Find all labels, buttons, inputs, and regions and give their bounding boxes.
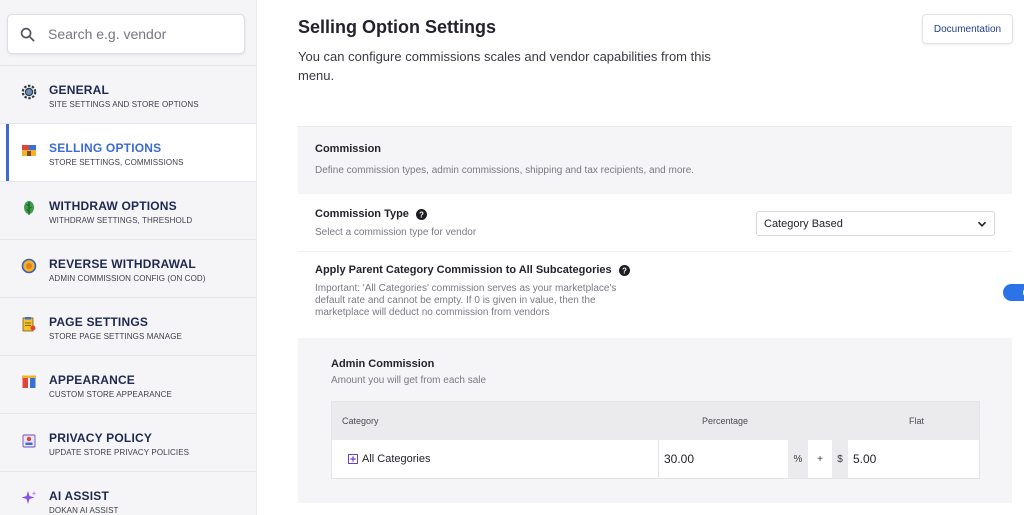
apply-parent-label: Apply Parent Category Commission to All … bbox=[315, 264, 612, 276]
privacy-icon bbox=[21, 432, 37, 448]
commission-type-label-wrap: Commission Type ? bbox=[315, 208, 427, 220]
category-name: All Categories bbox=[362, 453, 431, 465]
apply-parent-row: Apply Parent Category Commission to All … bbox=[298, 253, 1024, 333]
svg-text:?: ? bbox=[419, 210, 424, 219]
sidebar-item-title: SELLING OPTIONS bbox=[49, 141, 162, 155]
sidebar-item-title: PAGE SETTINGS bbox=[49, 315, 149, 329]
table-header: Category Percentage Flat bbox=[332, 402, 979, 440]
admin-commission-description: Amount you will get from each sale bbox=[331, 375, 487, 386]
page-icon bbox=[21, 316, 37, 332]
sidebar-item-privacy-policy[interactable]: PRIVACY POLICY UPDATE STORE PRIVACY POLI… bbox=[0, 413, 256, 471]
sidebar-item-title: AI ASSIST bbox=[49, 489, 110, 503]
sidebar-item-subtitle: SITE SETTINGS AND STORE OPTIONS bbox=[49, 100, 199, 109]
sidebar-item-subtitle: STORE PAGE SETTINGS MANAGE bbox=[49, 332, 182, 341]
help-icon[interactable]: ? bbox=[415, 208, 427, 220]
admin-commission-panel: Admin Commission Amount you will get fro… bbox=[298, 338, 1012, 503]
section-description: Define commission types, admin commissio… bbox=[315, 165, 695, 176]
leaf-icon bbox=[21, 200, 37, 216]
sidebar-item-subtitle: WITHDRAW SETTINGS, THRESHOLD bbox=[49, 216, 193, 225]
apply-parent-label-wrap: Apply Parent Category Commission to All … bbox=[315, 264, 630, 276]
plus-symbol: + bbox=[817, 453, 823, 465]
documentation-button[interactable]: Documentation bbox=[922, 14, 1013, 44]
flat-input[interactable]: 5.00 bbox=[848, 440, 979, 478]
sidebar-item-title: GENERAL bbox=[49, 83, 110, 97]
section-heading: Commission bbox=[315, 143, 382, 155]
commission-type-description: Select a commission type for vendor bbox=[315, 227, 477, 238]
page-description: You can configure commissions scales and… bbox=[298, 49, 711, 83]
sidebar-item-subtitle: ADMIN COMMISSION CONFIG (ON COD) bbox=[49, 274, 206, 283]
currency-symbol: $ bbox=[832, 440, 848, 478]
page-title: Selling Option Settings bbox=[298, 17, 496, 37]
sidebar-item-title: REVERSE WITHDRAWAL bbox=[49, 257, 196, 271]
search-input[interactable] bbox=[48, 26, 228, 42]
sidebar-item-reverse-withdrawal[interactable]: REVERSE WITHDRAWAL ADMIN COMMISSION CONF… bbox=[0, 239, 256, 297]
gear-icon bbox=[21, 84, 37, 100]
sidebar-item-title: APPEARANCE bbox=[49, 373, 136, 387]
commission-type-select[interactable]: Category Based bbox=[756, 211, 995, 236]
commission-type-label: Commission Type bbox=[315, 208, 409, 220]
svg-text:?: ? bbox=[622, 266, 627, 275]
sidebar-item-selling-options[interactable]: SELLING OPTIONS STORE SETTINGS, COMMISSI… bbox=[0, 123, 256, 181]
sidebar-item-withdraw-options[interactable]: WITHDRAW OPTIONS WITHDRAW SETTINGS, THRE… bbox=[0, 181, 256, 239]
sidebar-item-page-settings[interactable]: PAGE SETTINGS STORE PAGE SETTINGS MANAGE bbox=[0, 297, 256, 355]
percentage-input[interactable]: 30.00 bbox=[658, 440, 788, 478]
sparkle-icon bbox=[21, 490, 37, 506]
sidebar-item-subtitle: CUSTOM STORE APPEARANCE bbox=[49, 390, 172, 399]
coin-icon bbox=[21, 258, 37, 274]
percent-symbol: % bbox=[788, 440, 808, 478]
column-header-category: Category bbox=[342, 416, 379, 426]
sidebar-item-ai-assist[interactable]: AI ASSIST DOKAN AI ASSIST bbox=[0, 471, 256, 515]
sidebar-item-appearance[interactable]: APPEARANCE CUSTOM STORE APPEARANCE bbox=[0, 355, 256, 413]
search-icon bbox=[20, 27, 35, 41]
sidebar-item-subtitle: UPDATE STORE PRIVACY POLICIES bbox=[49, 448, 190, 457]
commission-type-selected: Category Based bbox=[764, 217, 843, 230]
chevron-down-icon bbox=[977, 221, 987, 227]
expand-plus-icon[interactable] bbox=[348, 454, 358, 464]
sidebar-item-subtitle: STORE SETTINGS, COMMISSIONS bbox=[49, 158, 184, 167]
commission-section-header: Commission Define commission types, admi… bbox=[298, 126, 1012, 194]
appearance-icon bbox=[21, 374, 37, 390]
settings-menu: GENERAL SITE SETTINGS AND STORE OPTIONS … bbox=[0, 65, 256, 515]
search-box[interactable] bbox=[7, 14, 245, 54]
apply-parent-description: Important: 'All Categories' commission s… bbox=[315, 283, 616, 319]
apply-parent-toggle[interactable] bbox=[1003, 284, 1024, 301]
sidebar-item-general[interactable]: GENERAL SITE SETTINGS AND STORE OPTIONS bbox=[0, 65, 256, 123]
commission-table: Category Percentage Flat All Categories … bbox=[331, 401, 980, 479]
sidebar: GENERAL SITE SETTINGS AND STORE OPTIONS … bbox=[0, 0, 257, 515]
column-header-flat: Flat bbox=[909, 416, 925, 426]
main-content: Selling Option Settings You can configur… bbox=[257, 0, 1024, 515]
commission-type-row: Commission Type ? Select a commission ty… bbox=[298, 195, 1012, 252]
store-icon bbox=[21, 142, 37, 158]
sidebar-item-title: PRIVACY POLICY bbox=[49, 431, 153, 445]
table-row: All Categories 30.00 % + $ 5.00 bbox=[332, 440, 979, 478]
admin-commission-title: Admin Commission bbox=[331, 358, 435, 370]
description-line: default rate and cannot be empty. If 0 i… bbox=[315, 295, 596, 306]
sidebar-item-subtitle: DOKAN AI ASSIST bbox=[49, 506, 119, 515]
category-cell: All Categories bbox=[332, 440, 658, 478]
column-header-percentage: Percentage bbox=[702, 416, 749, 426]
description-line: marketplace will deduct no commission fr… bbox=[315, 307, 550, 318]
help-icon[interactable]: ? bbox=[618, 264, 630, 276]
sidebar-item-title: WITHDRAW OPTIONS bbox=[49, 199, 177, 213]
description-line: Important: 'All Categories' commission s… bbox=[315, 283, 617, 294]
